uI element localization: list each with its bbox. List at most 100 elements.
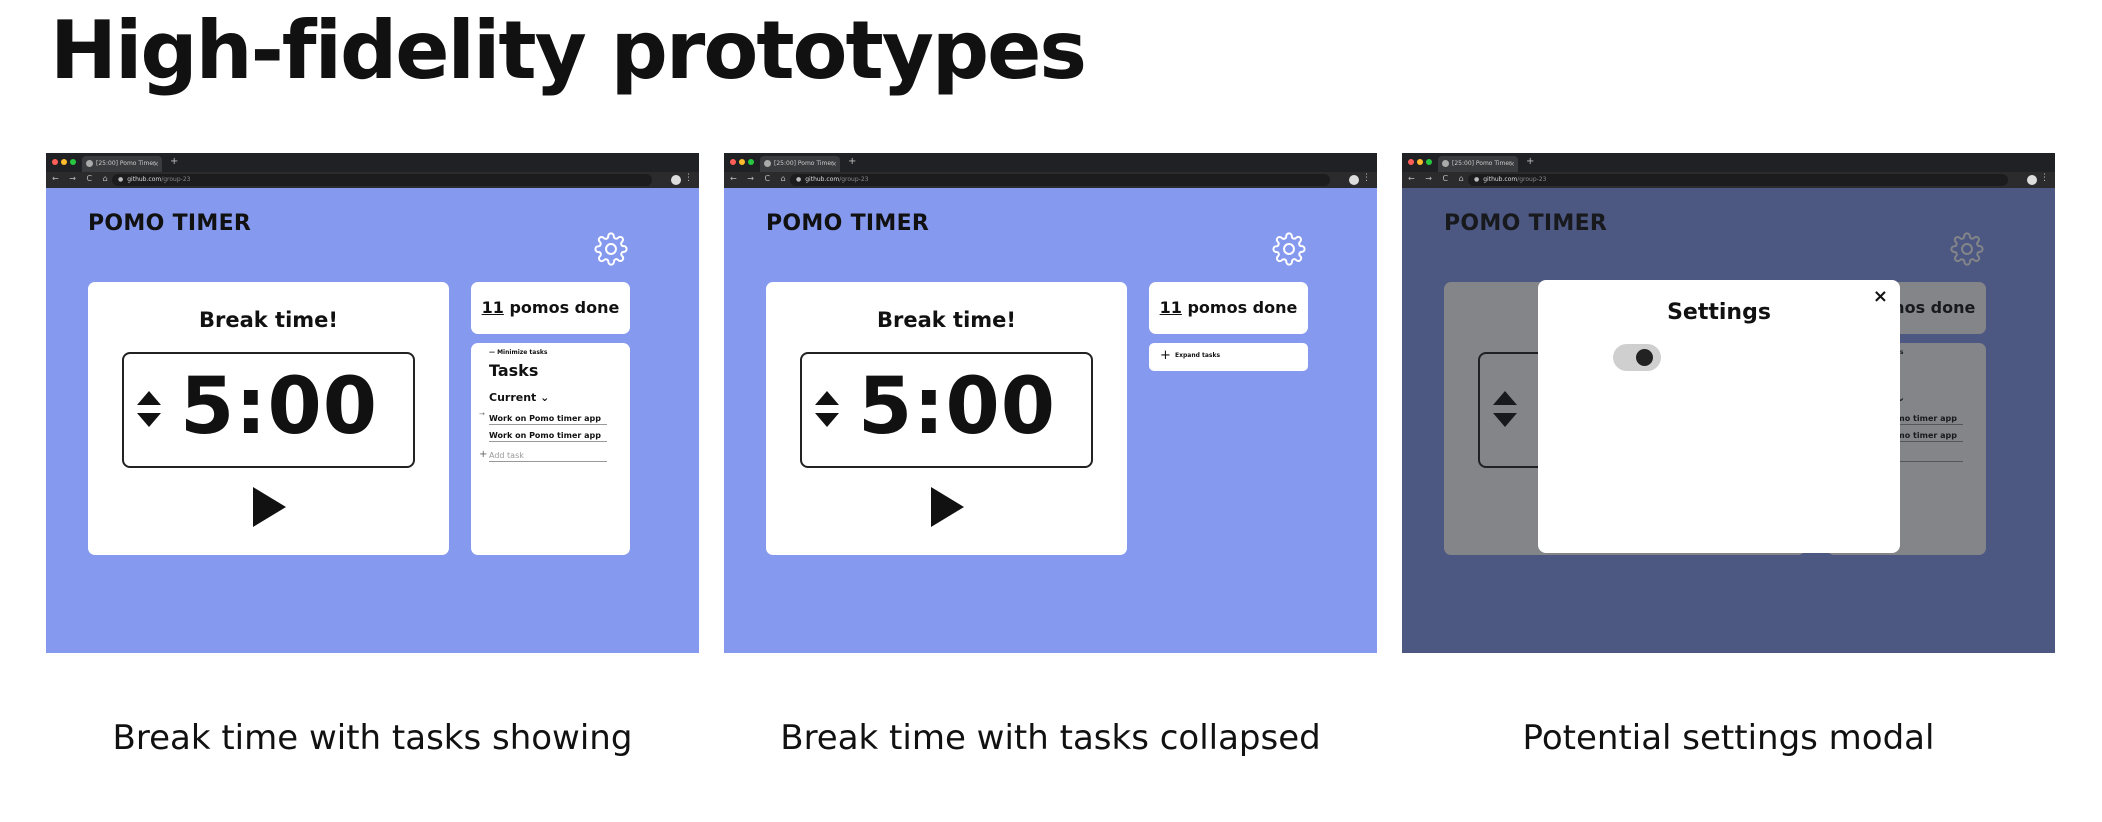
page-title: High-fidelity prototypes	[50, 4, 1087, 97]
tab-close-icon[interactable]: ×	[1509, 156, 1515, 172]
close-window-dot[interactable]	[1408, 159, 1414, 165]
tab-title: [25:00] Pomo Timer	[96, 160, 156, 167]
browser-tab[interactable]: [25:00] Pomo Timer ×	[760, 156, 840, 172]
play-icon[interactable]	[253, 487, 286, 527]
minimize-tasks-button[interactable]: — Minimize tasks	[489, 349, 547, 356]
close-window-dot[interactable]	[730, 159, 736, 165]
timer-card: Break time! 5:00	[766, 282, 1127, 555]
tab-title: [25:00] Pomo Timer	[1452, 160, 1512, 167]
browser-chrome: [25:00] Pomo Timer × + ← → C ⌂ ● github.c…	[46, 153, 699, 188]
pomos-count: 11	[1159, 298, 1182, 317]
nav-bar: ← → C ⌂ ● github.com/group-23 ⋮	[1402, 172, 2055, 188]
toggle-knob	[1636, 349, 1653, 366]
app-title: POMO TIMER	[766, 211, 930, 236]
prototype-tasks-collapsed: [25:00] Pomo Timer × + ← → C ⌂ ● github.c…	[724, 153, 1377, 653]
prototype-tasks-showing: [25:00] Pomo Timer × + ← → C ⌂ ● github.c…	[46, 153, 699, 653]
app-title: POMO TIMER	[88, 211, 252, 236]
url-host: github.com	[127, 176, 162, 183]
tab-bar: [25:00] Pomo Timer × +	[1402, 153, 2055, 172]
browser-chrome: [25:00] Pomo Timer × + ← → C ⌂ ● github.c…	[1402, 153, 2055, 188]
task-item[interactable]: Work on Pomo timer app	[489, 414, 607, 425]
arrow-right-icon: →	[479, 410, 485, 418]
pomos-count: 11	[481, 298, 504, 317]
add-task-input[interactable]: Add task	[489, 451, 607, 462]
settings-toggle[interactable]	[1613, 344, 1661, 371]
tasks-heading: Tasks	[489, 361, 539, 380]
tab-close-icon[interactable]: ×	[831, 156, 837, 172]
nav-buttons-icon[interactable]: ← → C ⌂	[1408, 174, 1468, 183]
browser-menu-icon[interactable]: ⋮	[684, 173, 693, 183]
pomos-label: pomos done	[503, 298, 620, 317]
browser-menu-icon[interactable]: ⋮	[1362, 173, 1371, 183]
profile-avatar[interactable]	[2027, 175, 2037, 185]
browser-chrome: [25:00] Pomo Timer × + ← → C ⌂ ● github.c…	[724, 153, 1377, 188]
plus-icon: +	[1160, 348, 1171, 363]
nav-buttons-icon[interactable]: ← → C ⌂	[52, 174, 112, 183]
play-icon[interactable]	[931, 487, 964, 527]
favicon-icon	[1442, 160, 1449, 167]
nav-bar: ← → C ⌂ ● github.com/group-23 ⋮	[46, 172, 699, 188]
address-bar[interactable]: ● github.com/group-23	[1468, 174, 2008, 186]
lock-icon: ●	[796, 176, 802, 183]
pomos-label: pomos done	[1181, 298, 1298, 317]
lock-icon: ●	[118, 176, 124, 183]
time-value: 5:00	[180, 362, 379, 452]
modal-backdrop[interactable]: Settings ×	[1402, 188, 2055, 653]
plus-icon[interactable]: +	[479, 449, 487, 460]
url-host: github.com	[805, 176, 840, 183]
lock-icon: ●	[1474, 176, 1480, 183]
minimize-window-dot[interactable]	[61, 159, 67, 165]
maximize-window-dot[interactable]	[748, 159, 754, 165]
favicon-icon	[86, 160, 93, 167]
time-stepper-icon[interactable]	[136, 389, 162, 429]
pomos-done-card: 11 pomos done	[1149, 282, 1308, 334]
task-item[interactable]: Work on Pomo timer app	[489, 431, 607, 442]
pomos-done-card: 11 pomos done	[471, 282, 630, 334]
settings-gear-icon[interactable]	[594, 232, 628, 266]
close-icon[interactable]: ×	[1873, 286, 1888, 307]
expand-tasks-label: Expand tasks	[1175, 352, 1221, 359]
url-path: /group-23	[839, 176, 869, 183]
pomo-app: POMO TIMER Break time! 5:00 11 pomos don…	[724, 188, 1377, 653]
url-path: /group-23	[1517, 176, 1547, 183]
time-display: 5:00	[800, 352, 1093, 468]
pomo-app: POMO TIMER Break time! 5:00 11 pomos don…	[46, 188, 699, 653]
maximize-window-dot[interactable]	[1426, 159, 1432, 165]
address-bar[interactable]: ● github.com/group-23	[112, 174, 652, 186]
profile-avatar[interactable]	[1349, 175, 1359, 185]
time-value: 5:00	[858, 362, 1057, 452]
tab-close-icon[interactable]: ×	[153, 156, 159, 172]
tasks-panel: — Minimize tasks Tasks Current ⌄ → Work …	[471, 343, 630, 555]
time-stepper-icon[interactable]	[814, 389, 840, 429]
nav-buttons-icon[interactable]: ← → C ⌂	[730, 174, 790, 183]
caption-settings-modal: Potential settings modal	[1522, 718, 1935, 758]
prototype-settings-modal: [25:00] Pomo Timer × + ← → C ⌂ ● github.c…	[1402, 153, 2055, 653]
modal-title: Settings	[1667, 300, 1771, 325]
new-tab-icon[interactable]: +	[170, 156, 178, 167]
maximize-window-dot[interactable]	[70, 159, 76, 165]
browser-tab[interactable]: [25:00] Pomo Timer ×	[1438, 156, 1518, 172]
address-bar[interactable]: ● github.com/group-23	[790, 174, 1330, 186]
nav-bar: ← → C ⌂ ● github.com/group-23 ⋮	[724, 172, 1377, 188]
current-dropdown[interactable]: Current ⌄	[489, 391, 549, 404]
break-label: Break time!	[877, 308, 1016, 332]
settings-modal: Settings ×	[1538, 280, 1900, 553]
time-display: 5:00	[122, 352, 415, 468]
new-tab-icon[interactable]: +	[848, 156, 856, 167]
expand-tasks-button[interactable]: + Expand tasks	[1149, 343, 1308, 371]
tab-bar: [25:00] Pomo Timer × +	[724, 153, 1377, 172]
close-window-dot[interactable]	[52, 159, 58, 165]
profile-avatar[interactable]	[671, 175, 681, 185]
favicon-icon	[764, 160, 771, 167]
new-tab-icon[interactable]: +	[1526, 156, 1534, 167]
tab-bar: [25:00] Pomo Timer × +	[46, 153, 699, 172]
browser-menu-icon[interactable]: ⋮	[2040, 173, 2049, 183]
settings-gear-icon[interactable]	[1272, 232, 1306, 266]
minimize-window-dot[interactable]	[739, 159, 745, 165]
minimize-window-dot[interactable]	[1417, 159, 1423, 165]
url-path: /group-23	[161, 176, 191, 183]
browser-tab[interactable]: [25:00] Pomo Timer ×	[82, 156, 162, 172]
break-label: Break time!	[199, 308, 338, 332]
timer-card: Break time! 5:00	[88, 282, 449, 555]
caption-tasks-showing: Break time with tasks showing	[112, 718, 633, 758]
